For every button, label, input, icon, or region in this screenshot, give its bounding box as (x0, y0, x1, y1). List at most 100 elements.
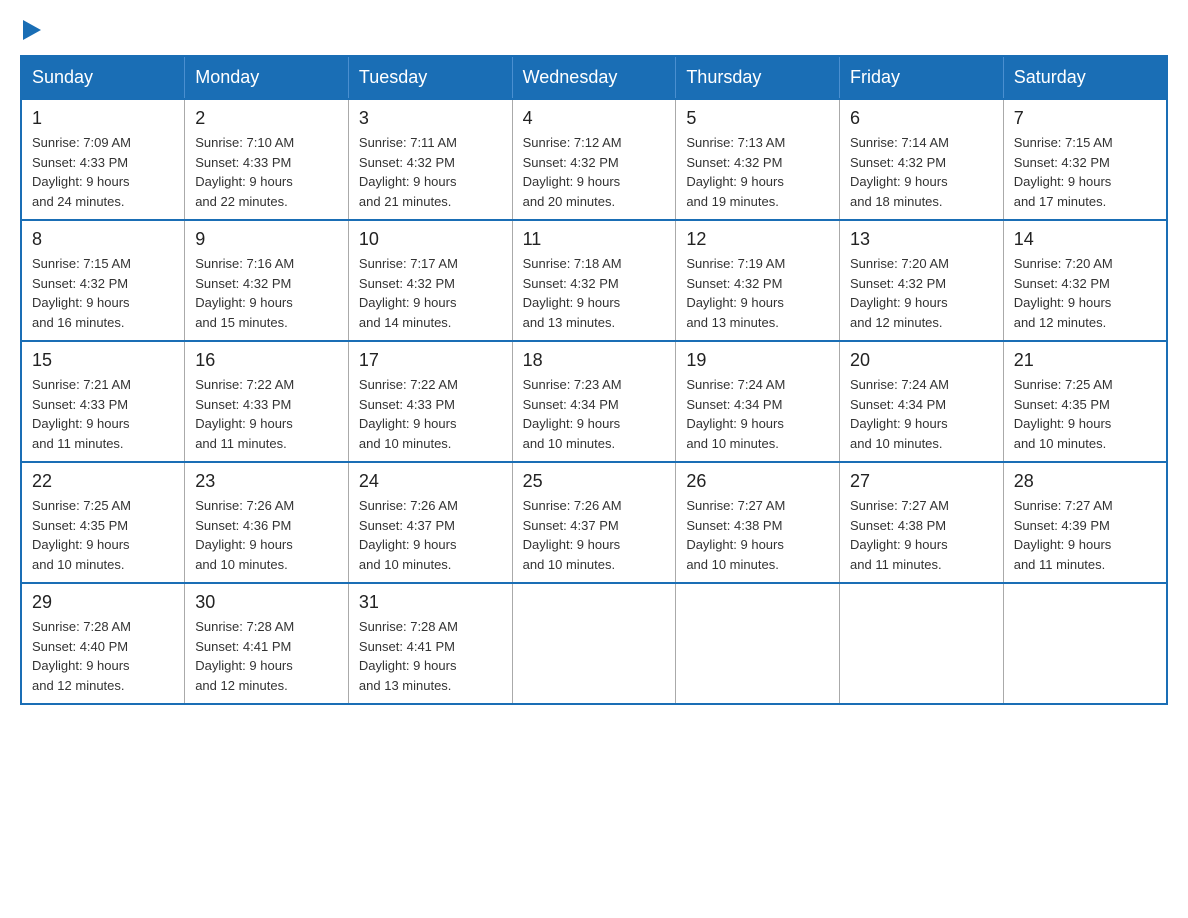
day-number: 2 (195, 108, 338, 129)
sunrise-text: Sunrise: 7:22 AM (195, 377, 294, 392)
day-number: 31 (359, 592, 502, 613)
day-info: Sunrise: 7:15 AM Sunset: 4:32 PM Dayligh… (1014, 133, 1156, 211)
sunset-text: Sunset: 4:38 PM (850, 518, 946, 533)
sunset-text: Sunset: 4:41 PM (359, 639, 455, 654)
sunrise-text: Sunrise: 7:17 AM (359, 256, 458, 271)
daylight-text: Daylight: 9 hours (1014, 416, 1112, 431)
weekday-header-sunday: Sunday (21, 56, 185, 99)
weekday-header-tuesday: Tuesday (348, 56, 512, 99)
sunrise-text: Sunrise: 7:19 AM (686, 256, 785, 271)
week-row-2: 8 Sunrise: 7:15 AM Sunset: 4:32 PM Dayli… (21, 220, 1167, 341)
sunrise-text: Sunrise: 7:25 AM (32, 498, 131, 513)
sunset-text: Sunset: 4:32 PM (523, 155, 619, 170)
day-cell: 25 Sunrise: 7:26 AM Sunset: 4:37 PM Dayl… (512, 462, 676, 583)
sunrise-text: Sunrise: 7:16 AM (195, 256, 294, 271)
day-info: Sunrise: 7:22 AM Sunset: 4:33 PM Dayligh… (359, 375, 502, 453)
daylight-text: Daylight: 9 hours (850, 174, 948, 189)
day-info: Sunrise: 7:20 AM Sunset: 4:32 PM Dayligh… (1014, 254, 1156, 332)
sunrise-text: Sunrise: 7:27 AM (686, 498, 785, 513)
daylight-minutes-text: and 10 minutes. (195, 557, 288, 572)
sunset-text: Sunset: 4:32 PM (1014, 276, 1110, 291)
day-cell: 5 Sunrise: 7:13 AM Sunset: 4:32 PM Dayli… (676, 99, 840, 220)
daylight-text: Daylight: 9 hours (32, 295, 130, 310)
day-info: Sunrise: 7:11 AM Sunset: 4:32 PM Dayligh… (359, 133, 502, 211)
sunset-text: Sunset: 4:37 PM (523, 518, 619, 533)
day-cell: 23 Sunrise: 7:26 AM Sunset: 4:36 PM Dayl… (185, 462, 349, 583)
daylight-text: Daylight: 9 hours (850, 416, 948, 431)
daylight-minutes-text: and 16 minutes. (32, 315, 125, 330)
day-info: Sunrise: 7:09 AM Sunset: 4:33 PM Dayligh… (32, 133, 174, 211)
day-info: Sunrise: 7:13 AM Sunset: 4:32 PM Dayligh… (686, 133, 829, 211)
day-number: 18 (523, 350, 666, 371)
sunset-text: Sunset: 4:32 PM (523, 276, 619, 291)
daylight-text: Daylight: 9 hours (32, 658, 130, 673)
sunrise-text: Sunrise: 7:24 AM (850, 377, 949, 392)
sunrise-text: Sunrise: 7:26 AM (359, 498, 458, 513)
week-row-3: 15 Sunrise: 7:21 AM Sunset: 4:33 PM Dayl… (21, 341, 1167, 462)
sunset-text: Sunset: 4:35 PM (32, 518, 128, 533)
sunrise-text: Sunrise: 7:28 AM (359, 619, 458, 634)
day-number: 27 (850, 471, 993, 492)
day-number: 19 (686, 350, 829, 371)
day-cell: 8 Sunrise: 7:15 AM Sunset: 4:32 PM Dayli… (21, 220, 185, 341)
daylight-minutes-text: and 14 minutes. (359, 315, 452, 330)
daylight-text: Daylight: 9 hours (523, 295, 621, 310)
day-cell: 22 Sunrise: 7:25 AM Sunset: 4:35 PM Dayl… (21, 462, 185, 583)
day-number: 22 (32, 471, 174, 492)
weekday-header-wednesday: Wednesday (512, 56, 676, 99)
sunrise-text: Sunrise: 7:20 AM (1014, 256, 1113, 271)
sunrise-text: Sunrise: 7:26 AM (195, 498, 294, 513)
day-number: 11 (523, 229, 666, 250)
day-cell: 14 Sunrise: 7:20 AM Sunset: 4:32 PM Dayl… (1003, 220, 1167, 341)
sunset-text: Sunset: 4:33 PM (195, 397, 291, 412)
daylight-text: Daylight: 9 hours (195, 416, 293, 431)
sunset-text: Sunset: 4:32 PM (32, 276, 128, 291)
daylight-minutes-text: and 11 minutes. (1014, 557, 1106, 572)
sunset-text: Sunset: 4:33 PM (195, 155, 291, 170)
daylight-minutes-text: and 13 minutes. (359, 678, 452, 693)
day-info: Sunrise: 7:26 AM Sunset: 4:36 PM Dayligh… (195, 496, 338, 574)
day-info: Sunrise: 7:14 AM Sunset: 4:32 PM Dayligh… (850, 133, 993, 211)
day-info: Sunrise: 7:27 AM Sunset: 4:38 PM Dayligh… (686, 496, 829, 574)
day-number: 13 (850, 229, 993, 250)
day-info: Sunrise: 7:27 AM Sunset: 4:39 PM Dayligh… (1014, 496, 1156, 574)
day-info: Sunrise: 7:22 AM Sunset: 4:33 PM Dayligh… (195, 375, 338, 453)
sunrise-text: Sunrise: 7:20 AM (850, 256, 949, 271)
daylight-text: Daylight: 9 hours (359, 416, 457, 431)
day-cell: 30 Sunrise: 7:28 AM Sunset: 4:41 PM Dayl… (185, 583, 349, 704)
day-cell: 13 Sunrise: 7:20 AM Sunset: 4:32 PM Dayl… (840, 220, 1004, 341)
calendar-table: SundayMondayTuesdayWednesdayThursdayFrid… (20, 55, 1168, 705)
weekday-header-monday: Monday (185, 56, 349, 99)
sunset-text: Sunset: 4:33 PM (359, 397, 455, 412)
daylight-text: Daylight: 9 hours (523, 416, 621, 431)
day-cell: 27 Sunrise: 7:27 AM Sunset: 4:38 PM Dayl… (840, 462, 1004, 583)
day-cell: 16 Sunrise: 7:22 AM Sunset: 4:33 PM Dayl… (185, 341, 349, 462)
daylight-minutes-text: and 13 minutes. (523, 315, 616, 330)
daylight-text: Daylight: 9 hours (32, 537, 130, 552)
sunset-text: Sunset: 4:34 PM (523, 397, 619, 412)
daylight-text: Daylight: 9 hours (195, 658, 293, 673)
day-cell: 2 Sunrise: 7:10 AM Sunset: 4:33 PM Dayli… (185, 99, 349, 220)
day-cell: 19 Sunrise: 7:24 AM Sunset: 4:34 PM Dayl… (676, 341, 840, 462)
day-number: 12 (686, 229, 829, 250)
day-info: Sunrise: 7:25 AM Sunset: 4:35 PM Dayligh… (1014, 375, 1156, 453)
sunrise-text: Sunrise: 7:13 AM (686, 135, 785, 150)
day-info: Sunrise: 7:10 AM Sunset: 4:33 PM Dayligh… (195, 133, 338, 211)
sunset-text: Sunset: 4:36 PM (195, 518, 291, 533)
daylight-minutes-text: and 19 minutes. (686, 194, 779, 209)
day-info: Sunrise: 7:24 AM Sunset: 4:34 PM Dayligh… (850, 375, 993, 453)
day-number: 24 (359, 471, 502, 492)
day-number: 28 (1014, 471, 1156, 492)
daylight-minutes-text: and 21 minutes. (359, 194, 452, 209)
sunrise-text: Sunrise: 7:28 AM (32, 619, 131, 634)
day-number: 8 (32, 229, 174, 250)
sunset-text: Sunset: 4:32 PM (359, 155, 455, 170)
sunset-text: Sunset: 4:32 PM (850, 155, 946, 170)
day-number: 5 (686, 108, 829, 129)
daylight-text: Daylight: 9 hours (850, 537, 948, 552)
sunset-text: Sunset: 4:32 PM (686, 276, 782, 291)
daylight-text: Daylight: 9 hours (359, 537, 457, 552)
day-info: Sunrise: 7:27 AM Sunset: 4:38 PM Dayligh… (850, 496, 993, 574)
day-cell: 29 Sunrise: 7:28 AM Sunset: 4:40 PM Dayl… (21, 583, 185, 704)
sunrise-text: Sunrise: 7:28 AM (195, 619, 294, 634)
